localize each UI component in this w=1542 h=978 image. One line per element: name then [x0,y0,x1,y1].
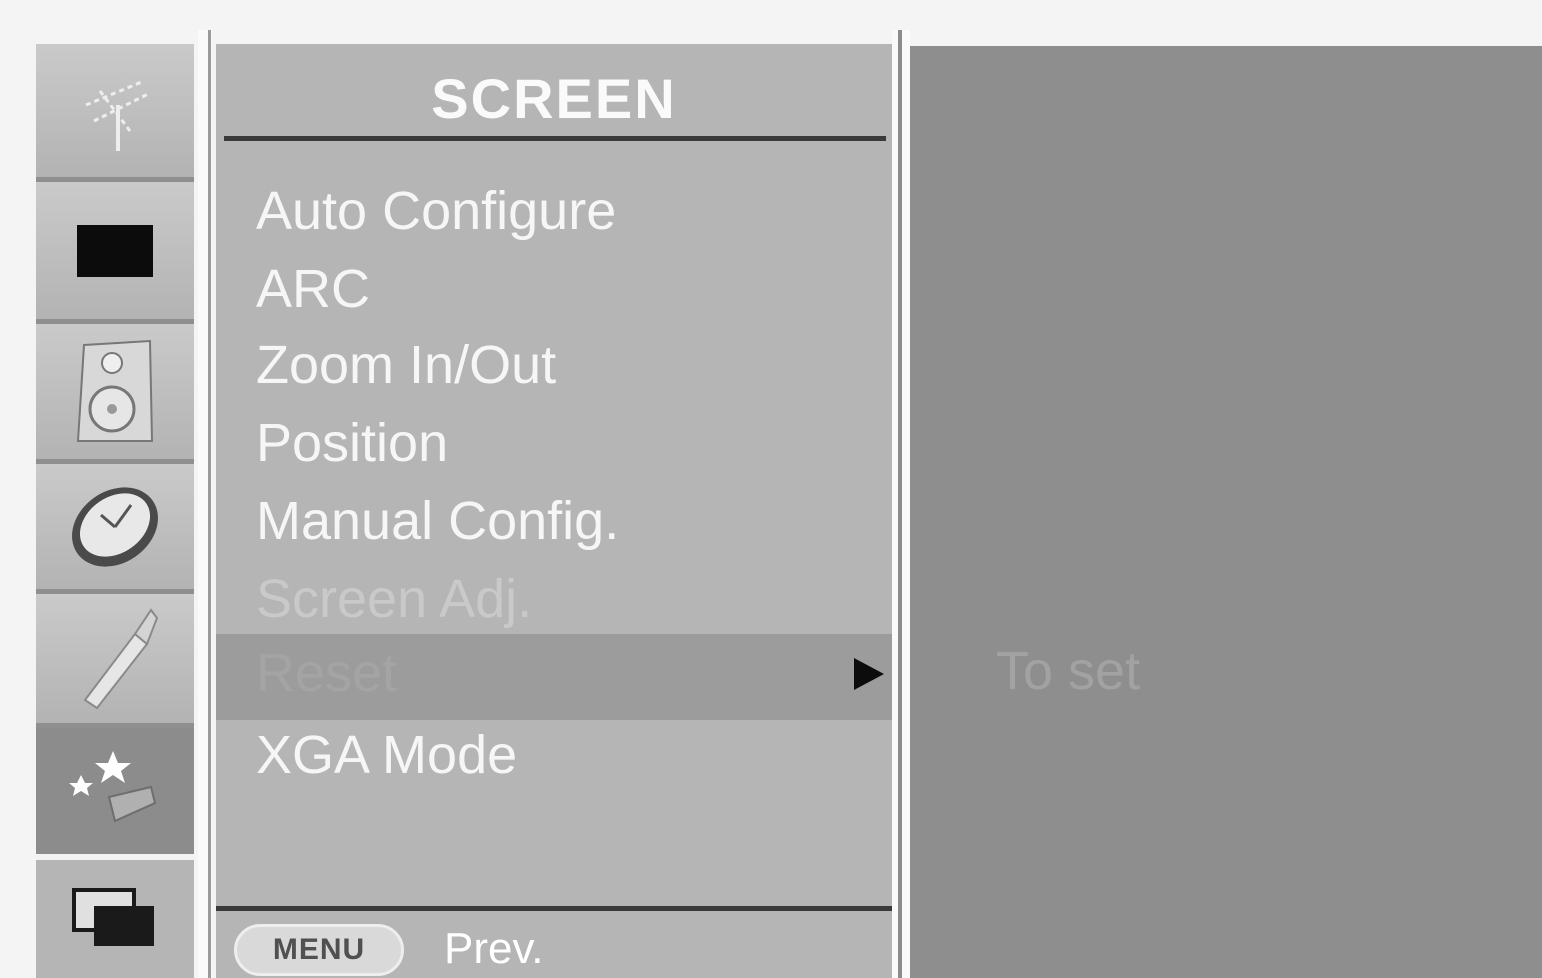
pip-tile[interactable] [36,860,194,978]
menu-item-manual-config[interactable]: Manual Config. [256,490,619,552]
tool-icon [83,607,159,709]
sound-tile[interactable] [36,324,194,464]
menu-title: SCREEN [431,67,677,130]
menu-item-zoom[interactable]: Zoom In/Out [256,334,556,396]
menu-item-xga-mode[interactable]: XGA Mode [256,724,517,786]
screen-settings-icon [69,751,157,823]
pip-icon [72,888,154,946]
screen-tile[interactable] [36,728,194,854]
menu-item-arc[interactable]: ARC [256,258,370,320]
option-tile[interactable] [36,594,194,728]
menu-item-auto-configure[interactable]: Auto Configure [256,180,616,242]
menu-item-screen-adj[interactable]: Screen Adj. [256,568,532,630]
menu-category-column [36,44,194,978]
menu-item-reset[interactable]: Reset [256,642,397,704]
info-panel: To set [910,46,1542,978]
menu-key-button[interactable]: MENU [234,924,404,976]
title-divider [224,136,886,141]
clock-icon [72,486,158,567]
column-separator [198,30,212,978]
prev-label: Prev. [444,924,544,973]
tv-osd-screen: SCREEN Auto Configure ARC Zoom In/Out Po… [0,0,1542,978]
speaker-icon [76,339,154,442]
time-tile[interactable] [36,464,194,594]
menu-item-position[interactable]: Position [256,412,448,474]
panel-separator [892,30,910,978]
picture-icon [77,224,153,277]
antenna-tile[interactable] [36,44,194,182]
info-hint-text: To set [996,641,1141,701]
antenna-icon [85,79,151,151]
footer-divider [216,906,892,911]
submenu-arrow-icon [854,658,884,690]
picture-tile[interactable] [36,182,194,324]
screen-menu-panel: SCREEN Auto Configure ARC Zoom In/Out Po… [216,44,892,978]
